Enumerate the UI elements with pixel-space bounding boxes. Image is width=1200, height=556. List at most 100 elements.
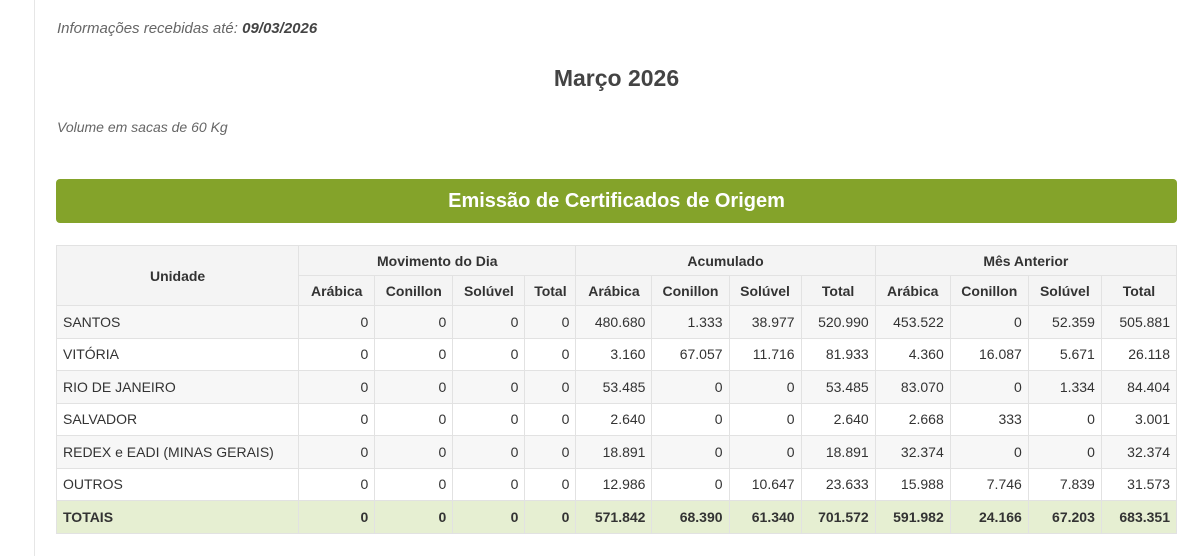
subheader-total: Total	[1100, 275, 1178, 306]
total-value: 571.842	[575, 500, 653, 534]
cell-value: 53.485	[575, 370, 653, 404]
cell-value: 15.988	[874, 467, 951, 501]
volume-note: Volume em sacas de 60 Kg	[57, 119, 228, 135]
cell-value: 0	[374, 467, 454, 501]
cell-value: 16.087	[949, 337, 1029, 371]
total-value: 0	[524, 500, 577, 534]
row-unit: OUTROS	[55, 467, 300, 501]
totals-row: TOTAIS 0 0 0 0 571.842 68.390 61.340 701…	[55, 500, 1178, 534]
totals-label: TOTAIS	[55, 500, 300, 534]
cell-value: 0	[728, 402, 802, 436]
cell-value: 52.359	[1027, 305, 1102, 339]
cell-value: 18.891	[800, 435, 876, 469]
subheader-soluvel: Solúvel	[728, 275, 802, 306]
cell-value: 0	[452, 435, 526, 469]
row-unit: VITÓRIA	[55, 337, 300, 371]
cell-value: 0	[949, 370, 1029, 404]
row-unit: SALVADOR	[55, 402, 300, 436]
cell-value: 12.986	[575, 467, 653, 501]
cell-value: 0	[452, 467, 526, 501]
total-value: 701.572	[800, 500, 876, 534]
cell-value: 0	[1027, 402, 1102, 436]
cell-value: 31.573	[1100, 467, 1178, 501]
cell-value: 32.374	[874, 435, 951, 469]
certificates-table: Unidade Movimento do Dia Acumulado Mês A…	[55, 245, 1178, 534]
cell-value: 0	[298, 337, 376, 371]
cell-value: 0	[524, 305, 577, 339]
total-value: 0	[374, 500, 454, 534]
row-unit: REDEX e EADI (MINAS GERAIS)	[55, 435, 300, 469]
subheader-arabica: Arábica	[575, 275, 653, 306]
cell-value: 0	[524, 435, 577, 469]
cell-value: 0	[728, 435, 802, 469]
subheader-soluvel: Solúvel	[452, 275, 526, 306]
table-row: VITÓRIA 0 0 0 0 3.160 67.057 11.716 81.9…	[55, 337, 1178, 371]
total-value: 591.982	[874, 500, 951, 534]
cell-value: 0	[651, 467, 730, 501]
header-row-groups: Unidade Movimento do Dia Acumulado Mês A…	[55, 245, 1178, 306]
cell-value: 0	[374, 370, 454, 404]
cell-value: 84.404	[1100, 370, 1178, 404]
cell-value: 0	[298, 467, 376, 501]
group-header-acumulado: Acumulado	[575, 245, 876, 276]
cell-value: 2.640	[800, 402, 876, 436]
total-value: 24.166	[949, 500, 1029, 534]
cell-value: 2.668	[874, 402, 951, 436]
cell-value: 480.680	[575, 305, 653, 339]
total-value: 0	[298, 500, 376, 534]
cell-value: 67.057	[651, 337, 730, 371]
cell-value: 333	[949, 402, 1029, 436]
total-value: 0	[452, 500, 526, 534]
cell-value: 0	[452, 402, 526, 436]
group-header-mes-anterior: Mês Anterior	[874, 245, 1178, 276]
subheader-conillon: Conillon	[374, 275, 454, 306]
cell-value: 26.118	[1100, 337, 1178, 371]
row-unit: SANTOS	[55, 305, 300, 339]
page-title: Março 2026	[553, 65, 680, 91]
cell-value: 0	[524, 402, 577, 436]
total-value: 67.203	[1027, 500, 1102, 534]
cell-value: 0	[1027, 435, 1102, 469]
total-value: 61.340	[728, 500, 802, 534]
content-left-border	[34, 0, 35, 556]
subheader-conillon: Conillon	[651, 275, 730, 306]
cell-value: 0	[452, 337, 526, 371]
received-info: Informações recebidas até: 09/03/2026	[57, 20, 317, 37]
cell-value: 11.716	[728, 337, 802, 371]
cell-value: 453.522	[874, 305, 951, 339]
cell-value: 0	[524, 337, 577, 371]
total-value: 68.390	[651, 500, 730, 534]
cell-value: 7.746	[949, 467, 1029, 501]
cell-value: 0	[651, 435, 730, 469]
cell-value: 4.360	[874, 337, 951, 371]
cell-value: 7.839	[1027, 467, 1102, 501]
cell-value: 0	[728, 370, 802, 404]
cell-value: 0	[374, 435, 454, 469]
cell-value: 0	[524, 370, 577, 404]
subheader-arabica: Arábica	[874, 275, 951, 306]
cell-value: 0	[374, 337, 454, 371]
cell-value: 32.374	[1100, 435, 1178, 469]
row-unit: RIO DE JANEIRO	[55, 370, 300, 404]
cell-value: 1.333	[651, 305, 730, 339]
cell-value: 0	[298, 402, 376, 436]
subheader-soluvel: Solúvel	[1027, 275, 1102, 306]
table-row: OUTROS 0 0 0 0 12.986 0 10.647 23.633 15…	[55, 467, 1178, 501]
cell-value: 520.990	[800, 305, 876, 339]
received-prefix: Informações recebidas até:	[57, 20, 238, 37]
subheader-total: Total	[800, 275, 876, 306]
cell-value: 38.977	[728, 305, 802, 339]
cell-value: 3.001	[1100, 402, 1178, 436]
table-row: RIO DE JANEIRO 0 0 0 0 53.485 0 0 53.485…	[55, 370, 1178, 404]
column-header-unit: Unidade	[55, 245, 300, 306]
cell-value: 0	[374, 305, 454, 339]
cell-value: 5.671	[1027, 337, 1102, 371]
cell-value: 505.881	[1100, 305, 1178, 339]
total-value: 683.351	[1100, 500, 1178, 534]
cell-value: 0	[949, 435, 1029, 469]
cell-value: 0	[949, 305, 1029, 339]
cell-value: 0	[452, 370, 526, 404]
cell-value: 83.070	[874, 370, 951, 404]
cell-value: 0	[298, 305, 376, 339]
cell-value: 23.633	[800, 467, 876, 501]
